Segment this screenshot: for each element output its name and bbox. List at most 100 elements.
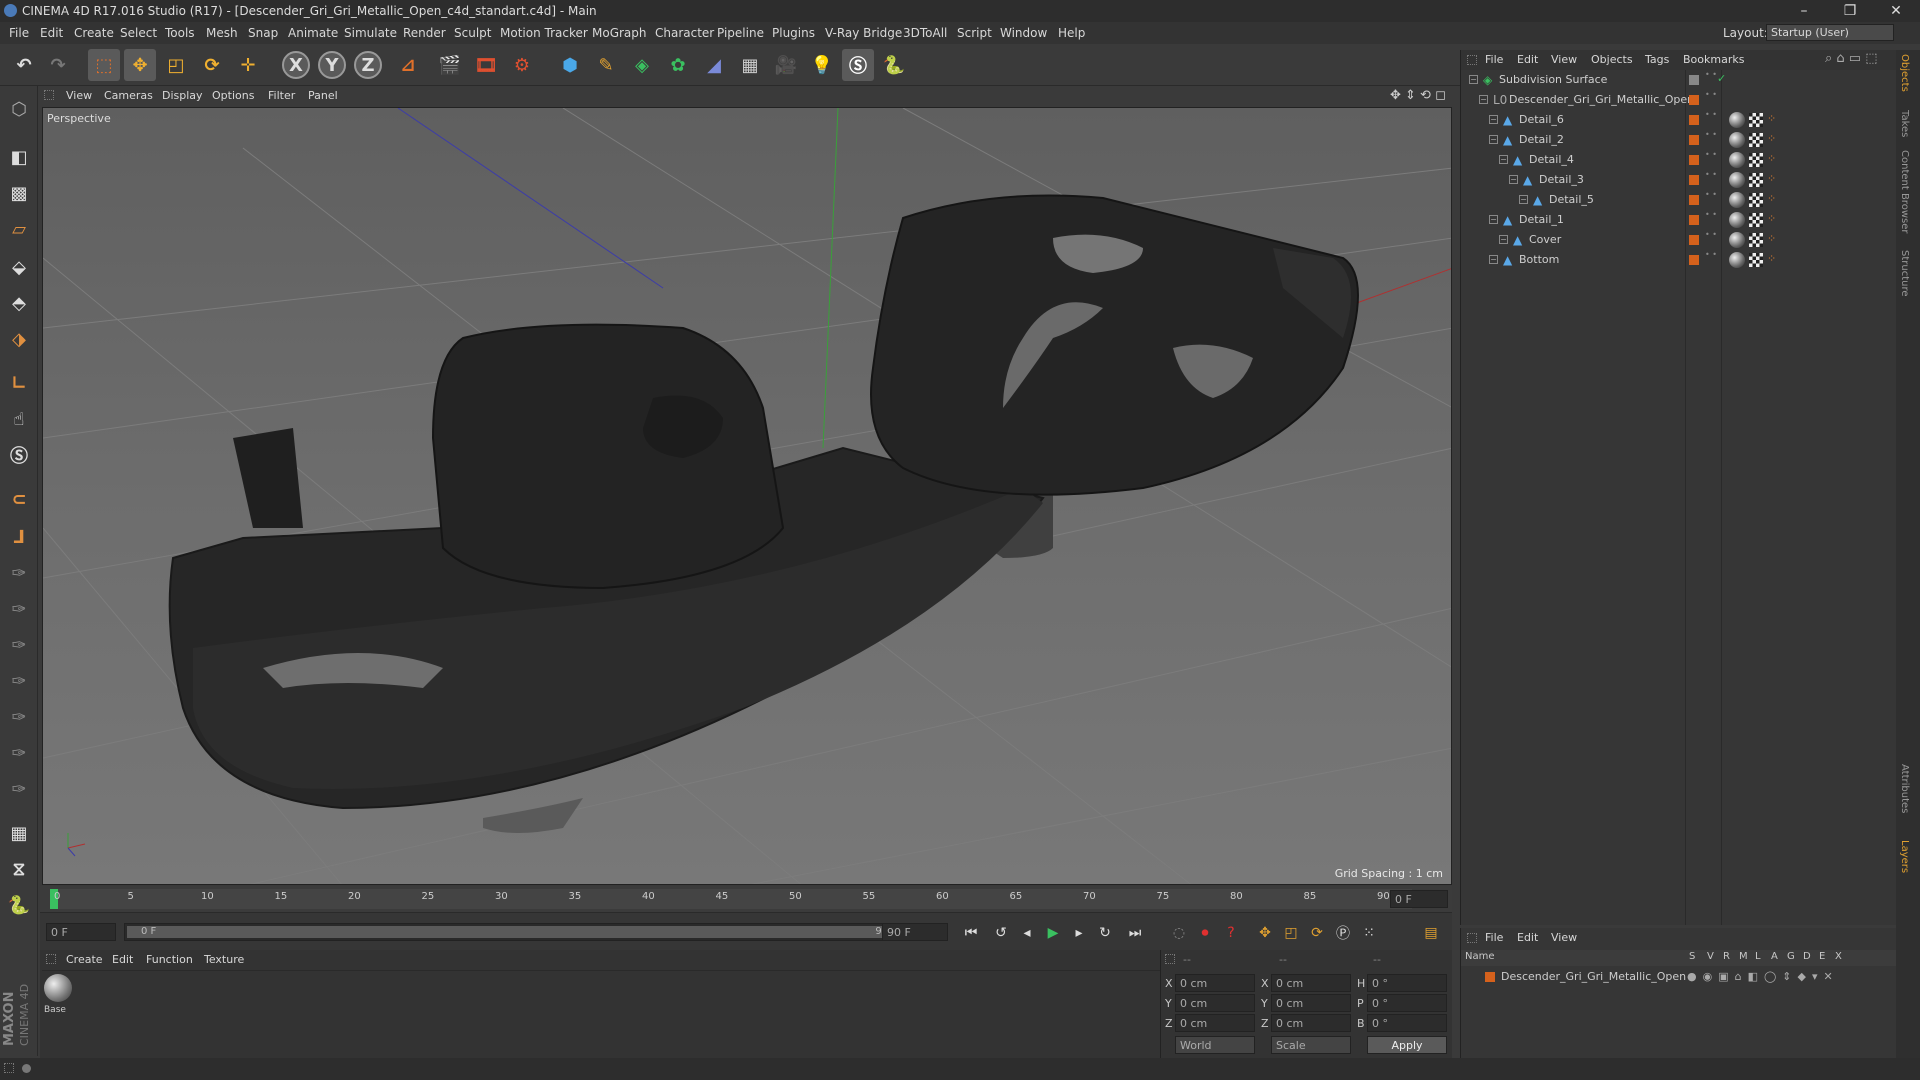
timeline-ruler[interactable]: 0 5 10 15 20 25 30 35 40 45 50 55 60 65 70 75 80 85 90 0 F [40,886,1452,912]
menu-motion-tracker[interactable]: Motion Tracker [500,26,588,40]
menu-edit[interactable]: Edit [40,26,63,40]
panel-grip-icon[interactable] [44,90,54,100]
layer-color-swatch[interactable] [1485,972,1495,982]
object-menu-tags[interactable]: Tags [1645,53,1669,66]
tab-layers[interactable]: Layers [1899,840,1910,873]
viewport-menu-display[interactable]: Display [162,89,203,102]
menu-pipeline[interactable]: Pipeline [717,26,764,40]
coord-size-y-field[interactable]: 0 cm [1271,994,1351,1012]
material-tag-icon[interactable] [1729,232,1745,248]
object-row[interactable]: − ◈ Subdivision Surface • • ✓ [1461,70,1897,90]
material-tag-icon[interactable] [1729,152,1745,168]
redo-icon[interactable]: ↷ [42,49,74,81]
cube-icon[interactable]: ⬢ [554,49,586,81]
keyframe-selection-icon[interactable]: ◌ [1168,922,1190,944]
object-row[interactable]: − ▲ Bottom • • ⁘ [1461,250,1897,270]
object-name[interactable]: Cover [1529,233,1561,246]
record-icon[interactable]: ⏺ [1194,922,1216,944]
tab-content-browser[interactable]: Content Browser [1899,150,1910,233]
object-name[interactable]: Detail_2 [1519,133,1564,146]
apply-button[interactable]: Apply [1367,1036,1447,1054]
selection-tag-icon[interactable]: ⁘ [1767,172,1776,185]
coord-pos-z-field[interactable]: 0 cm [1175,1014,1255,1032]
end-frame-field[interactable]: 90 F [882,923,948,941]
object-row[interactable]: − ▲ Detail_5 • • ⁘ [1461,190,1897,210]
object-name[interactable]: Detail_4 [1529,153,1574,166]
x-axis-lock[interactable]: X [282,51,310,79]
menu-tools[interactable]: Tools [165,26,195,40]
magnet-icon[interactable]: ⊂ [4,484,34,514]
points-mode-icon[interactable]: ⬙ [4,252,34,282]
layer-color-icon[interactable] [1689,75,1699,85]
edges-mode-icon[interactable]: ⬘ [4,288,34,318]
object-row[interactable]: − ▲ Detail_1 • • ⁘ [1461,210,1897,230]
menu-mograph[interactable]: MoGraph [592,26,647,40]
viewport-navigation-icons[interactable]: ✥ ⇕ ⟲ ◻ [1390,88,1446,103]
render-settings-icon[interactable]: ⚙ [506,49,538,81]
transform-icon[interactable]: ✛ [232,49,264,81]
undo-icon[interactable]: ↶ [8,49,40,81]
timeline-icon[interactable]: ⧖ [4,854,34,884]
uvw-tag-icon[interactable] [1749,193,1763,207]
layer-color-icon[interactable] [1689,95,1699,105]
z-axis-lock[interactable]: Z [354,51,382,79]
object-row[interactable]: − ▲ Detail_6 • • ⁘ [1461,110,1897,130]
object-row[interactable]: − L0 Descender_Gri_Gri_Metallic_Open • • [1461,90,1897,110]
expand-toggle-icon[interactable]: − [1479,95,1488,104]
layer-menu-file[interactable]: File [1485,931,1503,944]
menu-file[interactable]: File [9,26,29,40]
object-menu-file[interactable]: File [1485,53,1503,66]
layer-color-icon[interactable] [1689,195,1699,205]
sculpt-tool-3-icon[interactable]: ✑ [4,630,34,660]
timeline-window-icon[interactable]: ▤ [1420,922,1442,944]
tab-attributes[interactable]: Attributes [1899,764,1910,813]
material-menu-create[interactable]: Create [66,953,103,966]
object-name[interactable]: Detail_5 [1549,193,1594,206]
viewport-menu-panel[interactable]: Panel [308,89,338,102]
layer-flags-icons[interactable]: ●◉▣⌂◧◯⇕◆▾✕ [1687,970,1839,983]
rotate-icon[interactable]: ⟳ [196,49,228,81]
grid-icon[interactable]: ▦ [4,818,34,848]
menu-snap[interactable]: Snap [248,26,278,40]
menu-plugins[interactable]: Plugins [772,26,815,40]
object-name[interactable]: Subdivision Surface [1499,73,1607,86]
panel-grip-icon[interactable] [1467,933,1477,943]
object-name[interactable]: Detail_6 [1519,113,1564,126]
menu-window[interactable]: Window [1000,26,1047,40]
selection-tag-icon[interactable]: ⁘ [1767,192,1776,205]
layer-color-icon[interactable] [1689,215,1699,225]
python-script-icon[interactable]: 🐍 [4,890,34,920]
camera-icon[interactable]: 🎥 [770,49,802,81]
menu-create[interactable]: Create [74,26,114,40]
menu-render[interactable]: Render [403,26,446,40]
start-frame-field[interactable]: 0 F [46,923,116,941]
menu-3dtoall[interactable]: 3DToAll [903,26,947,40]
tab-takes[interactable]: Takes [1899,110,1910,137]
previous-key-icon[interactable]: ↺ [990,922,1012,944]
move-icon[interactable]: ✥ [124,49,156,81]
expand-toggle-icon[interactable]: − [1509,175,1518,184]
expand-toggle-icon[interactable]: − [1469,75,1478,84]
key-position-icon[interactable]: ✥ [1254,922,1276,944]
sculpt-tool-2-icon[interactable]: ✑ [4,594,34,624]
visibility-dots-icon[interactable]: • • [1705,151,1717,159]
visibility-dots-icon[interactable]: • • [1705,231,1717,239]
coord-rot-p-field[interactable]: 0 ° [1367,994,1447,1012]
object-row[interactable]: − ▲ Cover • • ⁘ [1461,230,1897,250]
material-tag-icon[interactable] [1729,192,1745,208]
uvw-tag-icon[interactable] [1749,113,1763,127]
previous-frame-icon[interactable]: ◂ [1016,922,1038,944]
coord-size-x-field[interactable]: 0 cm [1271,974,1351,992]
tweak-icon[interactable]: ☝ [4,404,34,434]
enabled-check-icon[interactable]: ✓ [1717,72,1726,85]
live-selection-icon[interactable]: ⬚ [88,49,120,81]
object-row[interactable]: − ▲ Detail_2 • • ⁘ [1461,130,1897,150]
cloner-icon[interactable]: ✿ [662,49,694,81]
sculpt-tool-1-icon[interactable]: ✑ [4,558,34,588]
autokey-icon[interactable]: ? [1220,922,1242,944]
y-axis-lock[interactable]: Y [318,51,346,79]
coord-pos-x-field[interactable]: 0 cm [1175,974,1255,992]
uvw-tag-icon[interactable] [1749,253,1763,267]
coord-rot-h-field[interactable]: 0 ° [1367,974,1447,992]
menu-character[interactable]: Character [655,26,714,40]
